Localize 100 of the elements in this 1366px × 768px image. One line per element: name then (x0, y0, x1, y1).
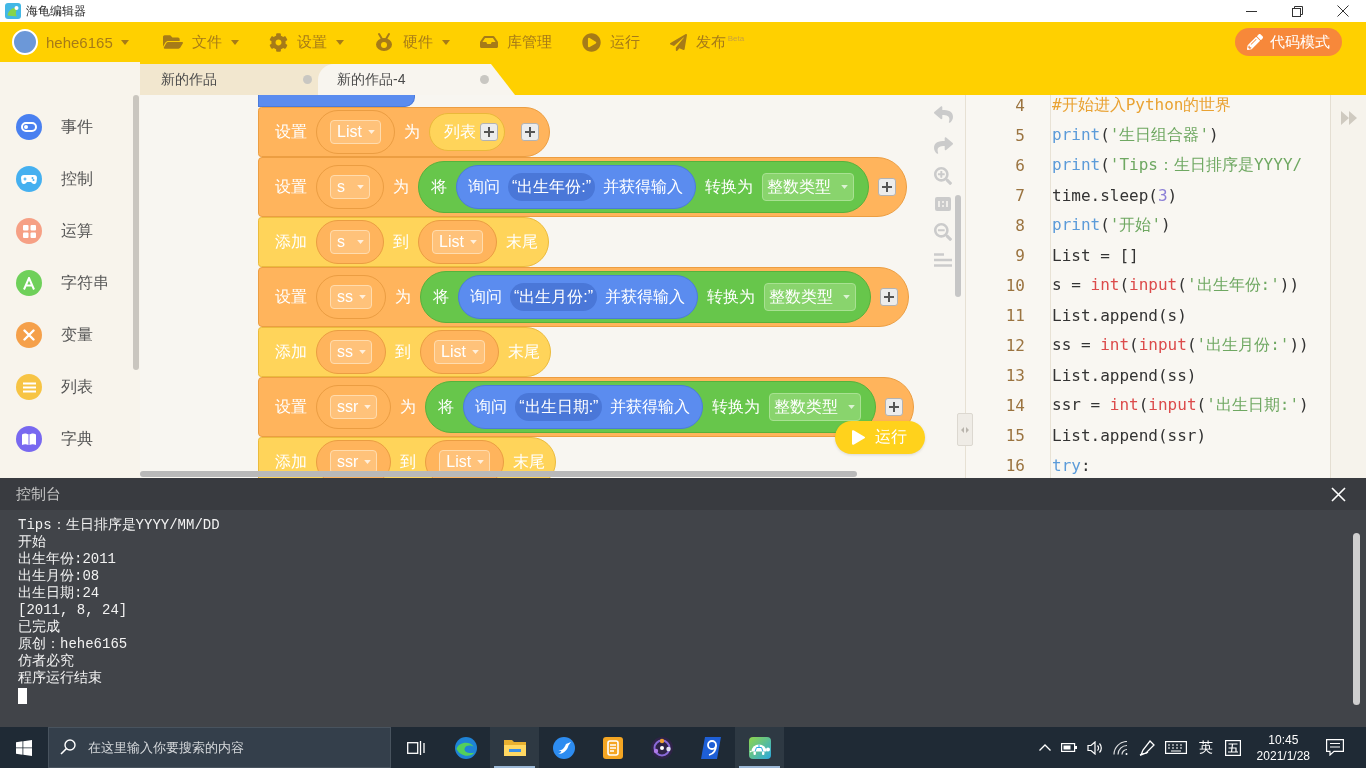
gear-icon (268, 32, 288, 52)
plus-icon (524, 127, 535, 137)
user-menu[interactable]: hehe6165 (12, 26, 129, 58)
list-dropdown[interactable]: List (432, 230, 483, 254)
console-line: 原创：hehe6165 (18, 636, 128, 653)
convert-block[interactable]: 将 询问 “出生月份:” 并获得输入 转换为 整数类型 (420, 271, 872, 323)
variable-dropdown[interactable]: ss (330, 340, 372, 364)
block-label: 为 (395, 286, 411, 307)
code-mode-button[interactable]: 代码模式 (1235, 28, 1342, 56)
battery-icon[interactable] (1060, 743, 1077, 752)
ime-icon[interactable] (1224, 739, 1241, 756)
ask-block[interactable]: 询问 “出生日期:” 并获得输入 (463, 385, 704, 429)
dot-icon[interactable] (303, 75, 312, 84)
block-label: 并获得输入 (610, 396, 691, 417)
clock-date[interactable]: 2021/1/28 (1256, 748, 1310, 763)
category-item[interactable]: 变量 (0, 309, 93, 361)
code-line: List.append(ss) (1052, 365, 1197, 385)
add-button[interactable] (479, 123, 498, 141)
caret-icon (359, 295, 366, 299)
pen-icon[interactable] (1138, 739, 1155, 756)
code-block[interactable]: 添加 ss 到 List 末尾 (258, 327, 551, 377)
caret-icon (357, 185, 364, 189)
code-block[interactable]: 添加 s 到 List 末尾 (258, 217, 549, 267)
prompt-field[interactable]: “出生年份:” (508, 173, 596, 201)
line-number: 15 (1005, 425, 1025, 445)
code-line: #开始进入Python的世界 (1052, 95, 1232, 116)
block-label: 到 (395, 341, 411, 362)
dot-icon[interactable] (480, 75, 489, 84)
menu-item[interactable]: 库管理 (479, 26, 552, 58)
ask-block[interactable]: 询问 “出生年份:” 并获得输入 (456, 165, 697, 209)
windows-icon (16, 739, 32, 756)
add-button[interactable] (878, 178, 897, 196)
variable-dropdown[interactable]: s (330, 175, 370, 199)
caret-icon (364, 405, 372, 409)
category-item[interactable]: 字符串 (0, 257, 109, 309)
category-item[interactable]: 事件 (0, 101, 93, 153)
input-language[interactable]: 英 (1198, 738, 1213, 757)
clock-time[interactable]: 10:45 (1268, 732, 1299, 747)
category-item[interactable]: 运算 (0, 205, 93, 257)
variable-dropdown[interactable]: ss (330, 285, 372, 309)
volume-icon[interactable] (1086, 740, 1103, 755)
taskbar-app[interactable] (735, 727, 784, 768)
code-line: List.append(s) (1052, 305, 1187, 325)
add-button[interactable] (885, 398, 904, 416)
taskbar-app[interactable] (490, 727, 539, 768)
variable-dropdown[interactable]: ssr (330, 395, 378, 419)
category-item[interactable]: 字典 (0, 413, 93, 465)
notification-icon[interactable] (1326, 739, 1344, 756)
close-icon (1337, 5, 1349, 17)
code-block[interactable]: 设置 s 为 将 询问 “出生年份:” 并获得输入 转换为 整数类型 (258, 157, 908, 217)
code-block[interactable]: 设置 ss 为 将 询问 “出生月份:” 并获得输入 转换为 整数类型 (258, 267, 910, 327)
block-label: 将 (433, 286, 449, 307)
caret-icon (359, 350, 366, 354)
block-label: 询问 (475, 396, 508, 417)
caret-icon (469, 240, 477, 244)
block-label: 到 (393, 231, 409, 252)
chevron-up-icon[interactable] (1038, 744, 1051, 751)
menu-item[interactable]: 文件 (162, 26, 239, 58)
type-dropdown[interactable]: 整数类型 (769, 393, 862, 421)
list-block[interactable]: 列表 (428, 113, 505, 151)
menu-item[interactable]: 硬件 (373, 26, 450, 58)
keyboard-icon[interactable] (1164, 741, 1187, 754)
splitter-handle[interactable] (957, 413, 973, 446)
wifi-icon[interactable] (1112, 740, 1129, 755)
type-dropdown[interactable]: 整数类型 (764, 283, 857, 311)
block-label: 添加 (275, 231, 307, 252)
menu-item[interactable]: 设置 (268, 26, 344, 58)
code-block[interactable]: 设置 List 为 列表 (258, 107, 550, 157)
add-button[interactable] (880, 288, 899, 306)
variable-dropdown[interactable]: s (330, 230, 370, 254)
code-line: List.append(ssr) (1052, 425, 1207, 445)
run-button[interactable]: 运行 (835, 421, 925, 454)
caret-icon (841, 185, 849, 189)
block-label: 为 (393, 176, 409, 197)
tab[interactable]: 新的作品-4 (318, 64, 515, 95)
prompt-field[interactable]: “出生日期:” (515, 393, 603, 421)
ask-block[interactable]: 询问 “出生月份:” 并获得输入 (458, 275, 699, 319)
type-dropdown[interactable]: 整数类型 (762, 173, 855, 201)
console-line: [2011, 8, 24] (18, 602, 128, 619)
add-button[interactable] (520, 123, 539, 141)
list-dropdown[interactable]: List (439, 450, 491, 474)
play-icon (581, 32, 601, 52)
close-button[interactable] (1329, 485, 1347, 503)
scrollbar[interactable] (140, 471, 857, 477)
list-dropdown[interactable]: List (434, 340, 485, 364)
block-label: 到 (400, 451, 417, 472)
caret-icon (848, 405, 856, 409)
prompt-field[interactable]: “出生月份:” (510, 283, 598, 311)
convert-block[interactable]: 将 询问 “出生年份:” 并获得输入 转换为 整数类型 (418, 161, 870, 213)
convert-block[interactable]: 将 询问 “出生日期:” 并获得输入 转换为 整数类型 (425, 381, 877, 433)
scrollbar[interactable] (1353, 533, 1360, 705)
code-line: ssr = int(input('出生日期:') (1052, 394, 1309, 416)
scrollbar[interactable] (955, 195, 961, 297)
category-item[interactable]: 列表 (0, 361, 93, 413)
scrollbar[interactable] (133, 95, 139, 370)
variable-dropdown[interactable]: List (330, 120, 381, 144)
search-field[interactable]: 在这里输入你要搜索的内容 (48, 727, 391, 768)
menu-item[interactable]: 运行 (581, 26, 640, 58)
variable-dropdown[interactable]: ssr (330, 450, 378, 474)
category-item[interactable]: 控制 (0, 153, 93, 205)
